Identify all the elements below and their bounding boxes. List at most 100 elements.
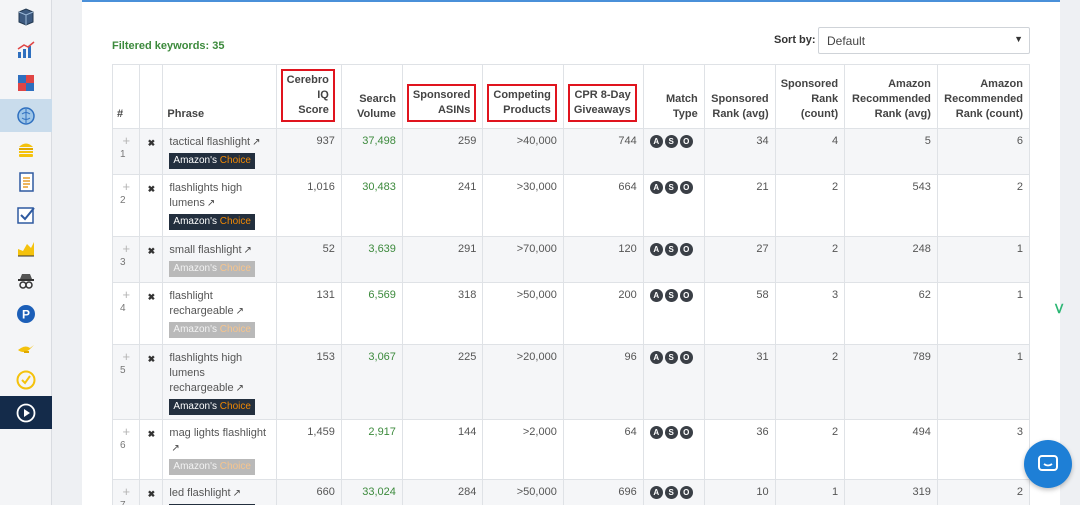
- column-header-num[interactable]: #: [111, 64, 141, 129]
- sidebar-item-inventory[interactable]: [0, 363, 52, 396]
- sidebar-item-alerts[interactable]: [0, 264, 52, 297]
- column-header-sp-rank-avg[interactable]: Sponsored Rank (avg): [703, 64, 776, 129]
- close-icon[interactable]: ✖: [148, 354, 156, 364]
- badge-amazon-text: Amazon's: [173, 155, 217, 166]
- cerebro-score-cell: 660: [275, 479, 342, 505]
- phrase-text[interactable]: flashlights high lumens: [169, 182, 242, 209]
- match-type-cell: ASO: [642, 479, 705, 505]
- badge-amazon-text: Amazon's: [173, 216, 217, 227]
- column-header-search[interactable]: Search Volume: [340, 64, 403, 129]
- column-header-phrase[interactable]: Phrase: [162, 64, 277, 129]
- row-number: 3: [120, 257, 126, 268]
- table-row: +5 ✖ flashlights high lumens rechargeable ↗…: [111, 344, 1031, 420]
- sidebar-item-frankenstein[interactable]: [0, 66, 52, 99]
- column-header-competing[interactable]: Competing Products: [482, 64, 564, 129]
- column-header-label: Sponsored ASINs: [406, 84, 477, 122]
- competing-products-cell: >2,000: [482, 419, 564, 480]
- phrase-cell: small flashlight ↗ Amazon's Choice: [162, 236, 277, 283]
- phrase-text[interactable]: flashlight rechargeable: [169, 290, 233, 317]
- column-header-amz-rank-avg[interactable]: Amazon Recommended Rank (avg): [844, 64, 938, 129]
- amazons-choice-badge: Amazon's Choice: [169, 261, 255, 277]
- match-type-cell: ASO: [642, 128, 705, 175]
- phrase-text[interactable]: small flashlight: [169, 244, 241, 256]
- column-header-sp-rank-count[interactable]: Sponsored Rank (count): [774, 64, 846, 129]
- column-header-line: Rank: [811, 93, 839, 105]
- phrase-text[interactable]: led flashlight: [169, 487, 230, 499]
- phrase-cell: flashlights high lumens rechargeable ↗ Ama…: [162, 344, 277, 420]
- drag-handle-icon[interactable]: +: [115, 350, 137, 363]
- external-link-icon[interactable]: ↗: [236, 381, 244, 396]
- match-type-badge: S: [664, 351, 678, 364]
- column-header-label: #: [117, 108, 124, 120]
- amazons-choice-badge: Amazon's Choice: [169, 399, 255, 415]
- sidebar-item-scribbles[interactable]: [0, 165, 52, 198]
- column-header-label: CPR 8-Day Giveaways: [567, 84, 637, 122]
- drag-handle-icon[interactable]: +: [115, 425, 137, 438]
- row-number: 2: [120, 195, 126, 206]
- external-link-icon[interactable]: ↗: [252, 135, 260, 150]
- sidebar-item-index-checker[interactable]: [0, 198, 52, 231]
- close-icon[interactable]: ✖: [148, 138, 156, 148]
- sponsored-asins-cell: 144: [401, 419, 484, 480]
- phrase-text[interactable]: mag lights flashlight: [169, 427, 266, 439]
- sponsored-rank-avg-cell: 27: [703, 236, 776, 283]
- sidebar-item-analytics[interactable]: [0, 33, 52, 66]
- external-link-icon[interactable]: ↗: [233, 486, 241, 501]
- drag-handle-icon[interactable]: +: [115, 134, 137, 147]
- match-type-badge: S: [664, 486, 678, 499]
- document-list-icon: [19, 171, 34, 192]
- remove-row-cell: ✖: [139, 236, 164, 283]
- sidebar-item-products[interactable]: [0, 0, 52, 33]
- sponsored-asins-cell: 241: [401, 174, 484, 237]
- match-type-badge: A: [649, 486, 663, 499]
- sidebar-item-misspellinator[interactable]: [0, 132, 52, 165]
- sidebar-item-cerebro[interactable]: [0, 99, 52, 132]
- close-icon[interactable]: ✖: [148, 429, 156, 439]
- extension-v-icon[interactable]: ᐯ: [1055, 302, 1071, 318]
- amazon-rank-count-cell: 1: [936, 344, 1031, 420]
- match-type-badge: O: [679, 486, 693, 499]
- chat-button[interactable]: [1024, 440, 1072, 488]
- remove-row-cell: ✖: [139, 128, 164, 175]
- sidebar-item-trendster[interactable]: [0, 231, 52, 264]
- close-icon[interactable]: ✖: [148, 489, 156, 499]
- column-header-sponsored-asins[interactable]: Sponsored ASINs: [401, 64, 484, 129]
- area-chart-icon: [18, 241, 34, 256]
- column-header-line: Products: [503, 104, 551, 116]
- amazon-rank-count-cell: 1: [936, 282, 1031, 345]
- drag-handle-icon[interactable]: +: [115, 288, 137, 301]
- match-type-badge: S: [664, 243, 678, 256]
- close-icon[interactable]: ✖: [148, 184, 156, 194]
- competing-products-cell: >40,000: [482, 128, 564, 175]
- column-header-line: Rank (count): [955, 108, 1023, 120]
- close-icon[interactable]: ✖: [148, 292, 156, 302]
- phrase-text[interactable]: flashlights high lumens rechargeable: [169, 352, 242, 394]
- brain-icon: [17, 106, 35, 125]
- sort-by-label: Sort by:: [774, 34, 816, 46]
- amazon-rank-count-cell: 6: [936, 128, 1031, 175]
- external-link-icon[interactable]: ↗: [207, 196, 215, 211]
- column-header-line: Recommended: [944, 93, 1023, 105]
- sidebar-item-profits[interactable]: P: [0, 297, 52, 330]
- column-header-cerebro[interactable]: Cerebro IQ Score: [275, 64, 342, 129]
- external-link-icon[interactable]: ↗: [171, 441, 179, 456]
- cpr-giveaways-cell: 120: [562, 236, 644, 283]
- sort-by-select[interactable]: Default ▼: [818, 27, 1030, 54]
- column-header-line: Volume: [357, 108, 396, 120]
- external-link-icon[interactable]: ↗: [244, 243, 252, 258]
- sidebar-item-genie[interactable]: [0, 330, 52, 363]
- drag-handle-icon[interactable]: +: [115, 485, 137, 498]
- close-icon[interactable]: ✖: [148, 246, 156, 256]
- sponsored-rank-count-cell: 2: [774, 344, 846, 420]
- drag-handle-icon[interactable]: +: [115, 242, 137, 255]
- column-header-amz-rank-count[interactable]: Amazon Recommended Rank (count): [936, 64, 1031, 129]
- phrase-text[interactable]: tactical flashlight: [169, 136, 250, 148]
- column-header-cpr[interactable]: CPR 8-Day Giveaways: [562, 64, 644, 129]
- drag-handle-icon[interactable]: +: [115, 180, 137, 193]
- sidebar-item-tutorials[interactable]: [0, 396, 52, 429]
- column-header-match[interactable]: Match Type: [642, 64, 705, 129]
- external-link-icon[interactable]: ↗: [236, 304, 244, 319]
- sponsored-rank-avg-cell: 31: [703, 344, 776, 420]
- match-type-cell: ASO: [642, 174, 705, 237]
- column-header-line: Score: [298, 104, 329, 116]
